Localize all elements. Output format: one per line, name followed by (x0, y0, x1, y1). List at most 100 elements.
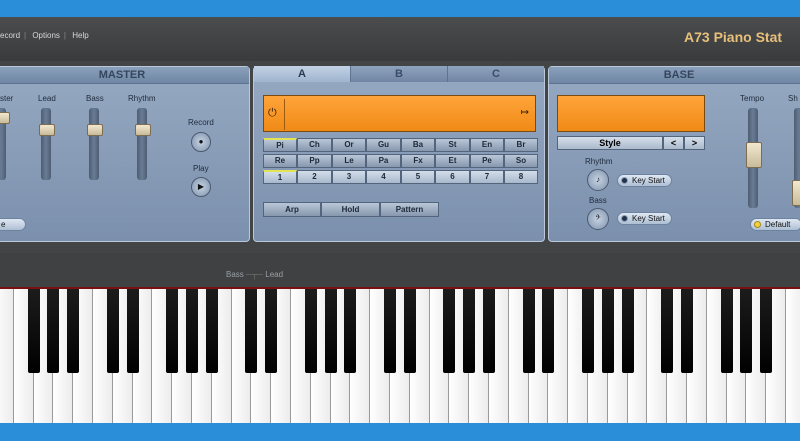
voice-button-re[interactable]: Re (263, 154, 297, 168)
black-key[interactable] (443, 289, 456, 373)
black-key[interactable] (344, 289, 357, 373)
voice-button-so[interactable]: So (504, 154, 538, 168)
black-key[interactable] (740, 289, 753, 373)
voice-button-pe[interactable]: Pe (470, 154, 504, 168)
black-key[interactable] (720, 289, 733, 373)
bank-button-4[interactable]: 4 (366, 170, 401, 184)
bass-lead-split[interactable]: Bass ─┬─ Lead (226, 270, 283, 279)
voice-button-pp[interactable]: Pp (297, 154, 332, 168)
black-key[interactable] (384, 289, 396, 373)
black-key[interactable] (463, 289, 476, 373)
style-display (557, 95, 705, 132)
lead-slider-track[interactable] (41, 108, 51, 180)
black-key[interactable] (27, 289, 40, 373)
black-key[interactable] (542, 289, 555, 373)
default-led (754, 221, 761, 228)
black-key[interactable] (483, 289, 495, 373)
black-key[interactable] (304, 289, 317, 373)
tab-a[interactable]: A (254, 66, 351, 82)
sh-label: Sh (788, 94, 798, 103)
master-slider-label: ster (0, 94, 14, 103)
rhythm-key-start-led (621, 177, 628, 184)
bass-slider-thumb[interactable] (87, 124, 103, 136)
menu-help[interactable]: Help (72, 31, 88, 40)
black-key[interactable] (403, 289, 416, 373)
default-button[interactable]: Default (750, 218, 800, 231)
black-key[interactable] (522, 289, 535, 373)
black-key[interactable] (681, 289, 693, 373)
voice-button-ch[interactable]: Ch (297, 138, 332, 152)
black-key[interactable] (166, 289, 179, 373)
black-key[interactable] (245, 289, 258, 373)
style-prev-button[interactable]: < (663, 136, 684, 150)
black-key[interactable] (106, 289, 119, 373)
black-key[interactable] (621, 289, 634, 373)
app-window: ecord | Options | Help A73 Piano Stat MAST… (0, 0, 800, 441)
voice-button-fx[interactable]: Fx (401, 154, 435, 168)
split-strip (0, 253, 800, 287)
piano-keyboard[interactable] (0, 289, 800, 423)
style-button[interactable]: Style (557, 136, 663, 150)
bank-button-5[interactable]: 5 (401, 170, 435, 184)
black-key[interactable] (47, 289, 60, 373)
black-key[interactable] (186, 289, 198, 373)
voice-button-le[interactable]: Le (332, 154, 366, 168)
rhythm-slider-label: Rhythm (128, 94, 156, 103)
tab-b[interactable]: B (351, 66, 448, 82)
base-panel: BASE (548, 66, 800, 242)
black-key[interactable] (205, 289, 218, 373)
rhythm-slider-thumb[interactable] (135, 124, 151, 136)
menu-options[interactable]: Options (32, 31, 60, 40)
rhythm-key-start[interactable]: Key Start (617, 174, 672, 187)
master-mode-pill[interactable]: e (0, 218, 26, 231)
tempo-slider-thumb[interactable] (746, 142, 762, 168)
style-next-button[interactable]: > (684, 136, 705, 150)
voice-button-ba[interactable]: Ba (401, 138, 435, 152)
sh-slider-thumb[interactable] (792, 180, 800, 206)
bank-button-6[interactable]: 6 (435, 170, 470, 184)
power-icon[interactable]: ⏻ (268, 107, 277, 120)
rhythm-button[interactable]: ♪ (587, 169, 609, 191)
black-key[interactable] (324, 289, 337, 373)
black-key[interactable] (661, 289, 674, 373)
bass-key-start[interactable]: Key Start (617, 212, 672, 225)
voice-button-pa[interactable]: Pa (366, 154, 401, 168)
black-key[interactable] (582, 289, 594, 373)
arp-button[interactable]: Arp (263, 202, 321, 217)
bass-slider-track[interactable] (89, 108, 99, 180)
white-key[interactable] (786, 289, 800, 423)
bank-button-7[interactable]: 7 (470, 170, 504, 184)
black-key[interactable] (126, 289, 139, 373)
black-key[interactable] (265, 289, 278, 373)
voice-button-or[interactable]: Or (332, 138, 366, 152)
record-label: Record (188, 118, 214, 127)
master-slider-thumb[interactable] (0, 112, 10, 124)
pattern-button[interactable]: Pattern (380, 202, 439, 217)
black-key[interactable] (67, 289, 80, 373)
record-button[interactable]: ● (191, 132, 211, 152)
play-button[interactable]: ▶ (191, 177, 211, 197)
bank-button-8[interactable]: 8 (504, 170, 538, 184)
voice-button-et[interactable]: Et (435, 154, 470, 168)
hold-button[interactable]: Hold (321, 202, 380, 217)
voice-button-st[interactable]: St (435, 138, 470, 152)
voice-button-pi[interactable]: Pi (263, 138, 297, 152)
bank-button-2[interactable]: 2 (297, 170, 332, 184)
play-label: Play (193, 164, 209, 173)
display-divider (284, 99, 285, 130)
lead-slider-label: Lead (38, 94, 56, 103)
black-key[interactable] (601, 289, 614, 373)
voice-button-en[interactable]: En (470, 138, 504, 152)
bank-button-1[interactable]: 1 (263, 170, 297, 184)
menu-record[interactable]: ecord (0, 31, 20, 40)
lead-slider-thumb[interactable] (39, 124, 55, 136)
voice-button-br[interactable]: Br (504, 138, 538, 152)
rhythm-slider-track[interactable] (137, 108, 147, 180)
voice-button-gu[interactable]: Gu (366, 138, 401, 152)
black-key[interactable] (760, 289, 773, 373)
bass-key-start-led (621, 215, 628, 222)
white-key[interactable] (0, 289, 14, 423)
tab-c[interactable]: C (448, 66, 544, 82)
bass-button[interactable]: 𝄢 (587, 208, 609, 230)
bank-button-3[interactable]: 3 (332, 170, 366, 184)
